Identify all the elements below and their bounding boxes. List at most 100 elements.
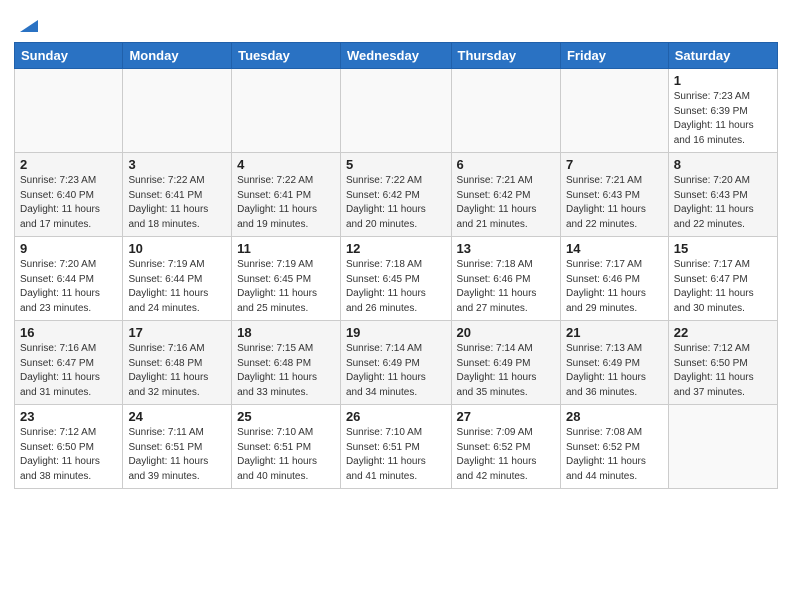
day-number: 22: [674, 325, 772, 340]
day-cell: 2Sunrise: 7:23 AM Sunset: 6:40 PM Daylig…: [15, 153, 123, 237]
day-cell: 15 Sunrise: 7:17 AM Sunset: 6:47 PM Dayli…: [668, 237, 777, 321]
day-info: Sunrise: 7:08 AM Sunset: 6:52 PM Dayligh…: [566, 426, 663, 484]
day-number: 13: [457, 241, 555, 256]
day-cell: 6 Sunrise: 7:21 AM Sunset: 6:42 PM Daylig…: [451, 153, 560, 237]
day-cell: 14 Sunrise: 7:17 AM Sunset: 6:46 PM Dayli…: [560, 237, 668, 321]
day-number: 14: [566, 241, 663, 256]
weekday-header-monday: Monday: [123, 43, 232, 69]
day-cell: 1 Sunrise: 7:23 AM Sunset: 6:39 PM Daylig…: [668, 69, 777, 153]
day-cell: 11 Sunrise: 7:19 AM Sunset: 6:45 PM Dayli…: [232, 237, 341, 321]
weekday-header-saturday: Saturday: [668, 43, 777, 69]
day-info: Sunrise: 7:22 AM Sunset: 6:41 PM Dayligh…: [128, 174, 226, 232]
day-number: 12: [346, 241, 446, 256]
day-info: Sunrise: 7:17 AM Sunset: 6:46 PM Dayligh…: [566, 258, 663, 316]
day-info: Sunrise: 7:19 AM Sunset: 6:45 PM Dayligh…: [237, 258, 335, 316]
day-number: 26: [346, 409, 446, 424]
weekday-header-tuesday: Tuesday: [232, 43, 341, 69]
page: SundayMondayTuesdayWednesdayThursdayFrid…: [0, 0, 792, 612]
day-cell: 12 Sunrise: 7:18 AM Sunset: 6:45 PM Dayli…: [340, 237, 451, 321]
day-cell: [15, 69, 123, 153]
day-number: 17: [128, 325, 226, 340]
logo: [14, 14, 38, 36]
day-cell: 19Sunrise: 7:14 AM Sunset: 6:49 PM Dayli…: [340, 321, 451, 405]
weekday-header-friday: Friday: [560, 43, 668, 69]
day-number: 5: [346, 157, 446, 172]
day-cell: 23 Sunrise: 7:12 AM Sunset: 6:50 PM Dayli…: [15, 405, 123, 489]
day-info: Sunrise: 7:21 AM Sunset: 6:42 PM Dayligh…: [457, 174, 555, 232]
week-row-3: 9 Sunrise: 7:20 AM Sunset: 6:44 PM Daylig…: [15, 237, 778, 321]
day-info: Sunrise: 7:10 AM Sunset: 6:51 PM Dayligh…: [346, 426, 446, 484]
week-row-4: 16 Sunrise: 7:16 AM Sunset: 6:47 PM Dayli…: [15, 321, 778, 405]
weekday-header-thursday: Thursday: [451, 43, 560, 69]
weekday-header-row: SundayMondayTuesdayWednesdayThursdayFrid…: [15, 43, 778, 69]
logo-icon: [16, 14, 38, 36]
day-cell: 20Sunrise: 7:14 AM Sunset: 6:49 PM Dayli…: [451, 321, 560, 405]
day-cell: 28 Sunrise: 7:08 AM Sunset: 6:52 PM Dayli…: [560, 405, 668, 489]
day-number: 8: [674, 157, 772, 172]
day-number: 3: [128, 157, 226, 172]
day-info: Sunrise: 7:16 AM Sunset: 6:48 PM Dayligh…: [128, 342, 226, 400]
day-number: 9: [20, 241, 117, 256]
day-cell: 10Sunrise: 7:19 AM Sunset: 6:44 PM Dayli…: [123, 237, 232, 321]
day-number: 15: [674, 241, 772, 256]
day-info: Sunrise: 7:22 AM Sunset: 6:41 PM Dayligh…: [237, 174, 335, 232]
day-number: 25: [237, 409, 335, 424]
header: [14, 10, 778, 36]
day-info: Sunrise: 7:18 AM Sunset: 6:46 PM Dayligh…: [457, 258, 555, 316]
day-cell: [560, 69, 668, 153]
calendar: SundayMondayTuesdayWednesdayThursdayFrid…: [14, 42, 778, 489]
day-number: 2: [20, 157, 117, 172]
day-cell: 7 Sunrise: 7:21 AM Sunset: 6:43 PM Daylig…: [560, 153, 668, 237]
day-info: Sunrise: 7:12 AM Sunset: 6:50 PM Dayligh…: [674, 342, 772, 400]
week-row-1: 1 Sunrise: 7:23 AM Sunset: 6:39 PM Daylig…: [15, 69, 778, 153]
day-cell: [668, 405, 777, 489]
day-number: 7: [566, 157, 663, 172]
day-number: 19: [346, 325, 446, 340]
day-number: 4: [237, 157, 335, 172]
day-info: Sunrise: 7:16 AM Sunset: 6:47 PM Dayligh…: [20, 342, 117, 400]
day-cell: 22 Sunrise: 7:12 AM Sunset: 6:50 PM Dayli…: [668, 321, 777, 405]
day-info: Sunrise: 7:20 AM Sunset: 6:44 PM Dayligh…: [20, 258, 117, 316]
day-info: Sunrise: 7:23 AM Sunset: 6:39 PM Dayligh…: [674, 90, 772, 148]
day-info: Sunrise: 7:20 AM Sunset: 6:43 PM Dayligh…: [674, 174, 772, 232]
day-info: Sunrise: 7:19 AM Sunset: 6:44 PM Dayligh…: [128, 258, 226, 316]
weekday-header-sunday: Sunday: [15, 43, 123, 69]
day-cell: 26 Sunrise: 7:10 AM Sunset: 6:51 PM Dayli…: [340, 405, 451, 489]
day-number: 18: [237, 325, 335, 340]
day-number: 24: [128, 409, 226, 424]
day-number: 6: [457, 157, 555, 172]
day-cell: 4 Sunrise: 7:22 AM Sunset: 6:41 PM Daylig…: [232, 153, 341, 237]
week-row-5: 23 Sunrise: 7:12 AM Sunset: 6:50 PM Dayli…: [15, 405, 778, 489]
day-cell: 9 Sunrise: 7:20 AM Sunset: 6:44 PM Daylig…: [15, 237, 123, 321]
day-cell: [340, 69, 451, 153]
day-cell: 13 Sunrise: 7:18 AM Sunset: 6:46 PM Dayli…: [451, 237, 560, 321]
day-cell: [123, 69, 232, 153]
day-info: Sunrise: 7:21 AM Sunset: 6:43 PM Dayligh…: [566, 174, 663, 232]
day-info: Sunrise: 7:11 AM Sunset: 6:51 PM Dayligh…: [128, 426, 226, 484]
day-cell: 18 Sunrise: 7:15 AM Sunset: 6:48 PM Dayli…: [232, 321, 341, 405]
day-info: Sunrise: 7:17 AM Sunset: 6:47 PM Dayligh…: [674, 258, 772, 316]
day-cell: 8 Sunrise: 7:20 AM Sunset: 6:43 PM Daylig…: [668, 153, 777, 237]
day-cell: 24 Sunrise: 7:11 AM Sunset: 6:51 PM Dayli…: [123, 405, 232, 489]
day-info: Sunrise: 7:18 AM Sunset: 6:45 PM Dayligh…: [346, 258, 446, 316]
day-number: 1: [674, 73, 772, 88]
day-cell: 16 Sunrise: 7:16 AM Sunset: 6:47 PM Dayli…: [15, 321, 123, 405]
day-number: 27: [457, 409, 555, 424]
weekday-header-wednesday: Wednesday: [340, 43, 451, 69]
day-cell: 3 Sunrise: 7:22 AM Sunset: 6:41 PM Daylig…: [123, 153, 232, 237]
day-number: 11: [237, 241, 335, 256]
day-number: 23: [20, 409, 117, 424]
day-cell: 27 Sunrise: 7:09 AM Sunset: 6:52 PM Dayli…: [451, 405, 560, 489]
day-cell: 17 Sunrise: 7:16 AM Sunset: 6:48 PM Dayli…: [123, 321, 232, 405]
day-cell: 5 Sunrise: 7:22 AM Sunset: 6:42 PM Daylig…: [340, 153, 451, 237]
day-info: Sunrise: 7:13 AM Sunset: 6:49 PM Dayligh…: [566, 342, 663, 400]
day-number: 16: [20, 325, 117, 340]
day-number: 21: [566, 325, 663, 340]
day-info: Sunrise: 7:12 AM Sunset: 6:50 PM Dayligh…: [20, 426, 117, 484]
day-info: Sunrise: 7:09 AM Sunset: 6:52 PM Dayligh…: [457, 426, 555, 484]
day-cell: [451, 69, 560, 153]
day-number: 28: [566, 409, 663, 424]
day-info: Sunrise: 7:15 AM Sunset: 6:48 PM Dayligh…: [237, 342, 335, 400]
day-cell: 21 Sunrise: 7:13 AM Sunset: 6:49 PM Dayli…: [560, 321, 668, 405]
day-info: Sunrise: 7:22 AM Sunset: 6:42 PM Dayligh…: [346, 174, 446, 232]
